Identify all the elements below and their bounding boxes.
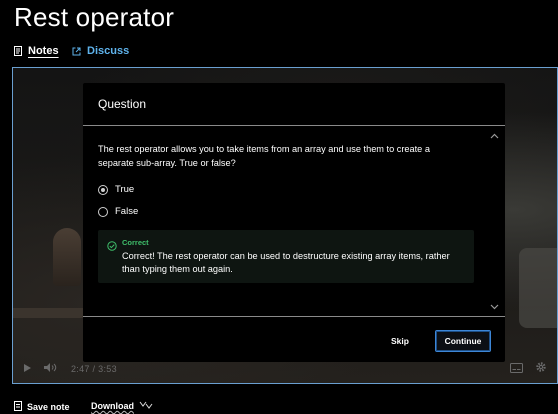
video-frame-lamp [53,228,81,286]
volume-icon[interactable] [43,362,57,375]
tab-discuss[interactable]: Discuss [72,45,129,57]
save-note-button[interactable]: Save note [14,401,70,413]
scroll-down-icon[interactable] [490,302,499,312]
feedback-panel: Correct Correct! The rest operator can b… [98,230,474,283]
feedback-status: Correct [122,238,149,247]
video-frame-table [13,308,93,318]
chevron-down-icon [139,401,153,411]
dialog-footer: Skip Continue [83,316,505,362]
captions-icon[interactable] [510,363,523,375]
check-circle-icon [107,238,117,256]
download-button[interactable]: Download [91,401,153,411]
radio-true[interactable] [98,184,108,195]
video-player[interactable]: 2:47 / 3:53 Question The rest operator a… [12,67,558,384]
notes-icon [14,46,22,56]
scroll-up-icon[interactable] [490,131,499,141]
option-false-label: False [115,206,139,217]
video-time: 2:47 / 3:53 [71,364,117,374]
external-link-icon [72,47,81,56]
option-false[interactable]: False [98,206,138,217]
download-label: Download [91,401,134,411]
play-icon[interactable] [23,363,32,375]
page-title: Rest operator [14,2,175,32]
current-time: 2:47 [71,364,90,374]
duration: 3:53 [98,364,117,374]
gear-icon[interactable] [535,361,547,375]
dialog-title: Question [98,97,147,111]
note-icon [14,401,22,413]
skip-button[interactable]: Skip [391,336,409,346]
feedback-message: Correct! The rest operator can be used t… [122,251,450,274]
dialog-body[interactable]: The rest operator allows you to take ite… [83,126,505,316]
option-true-label: True [115,184,135,195]
question-dialog: Question The rest operator allows you to… [83,83,505,362]
time-separator: / [92,364,96,374]
option-true[interactable]: True [98,184,134,195]
tab-discuss-label: Discuss [87,45,130,57]
continue-button[interactable]: Continue [435,330,491,352]
tab-notes-label: Notes [28,45,59,57]
dialog-header: Question [83,83,505,126]
save-note-label: Save note [27,402,70,412]
video-frame-sofa [519,248,557,328]
tab-notes[interactable]: Notes [14,45,59,57]
question-text: The rest operator allows you to take ite… [98,144,430,168]
radio-false[interactable] [98,206,108,217]
